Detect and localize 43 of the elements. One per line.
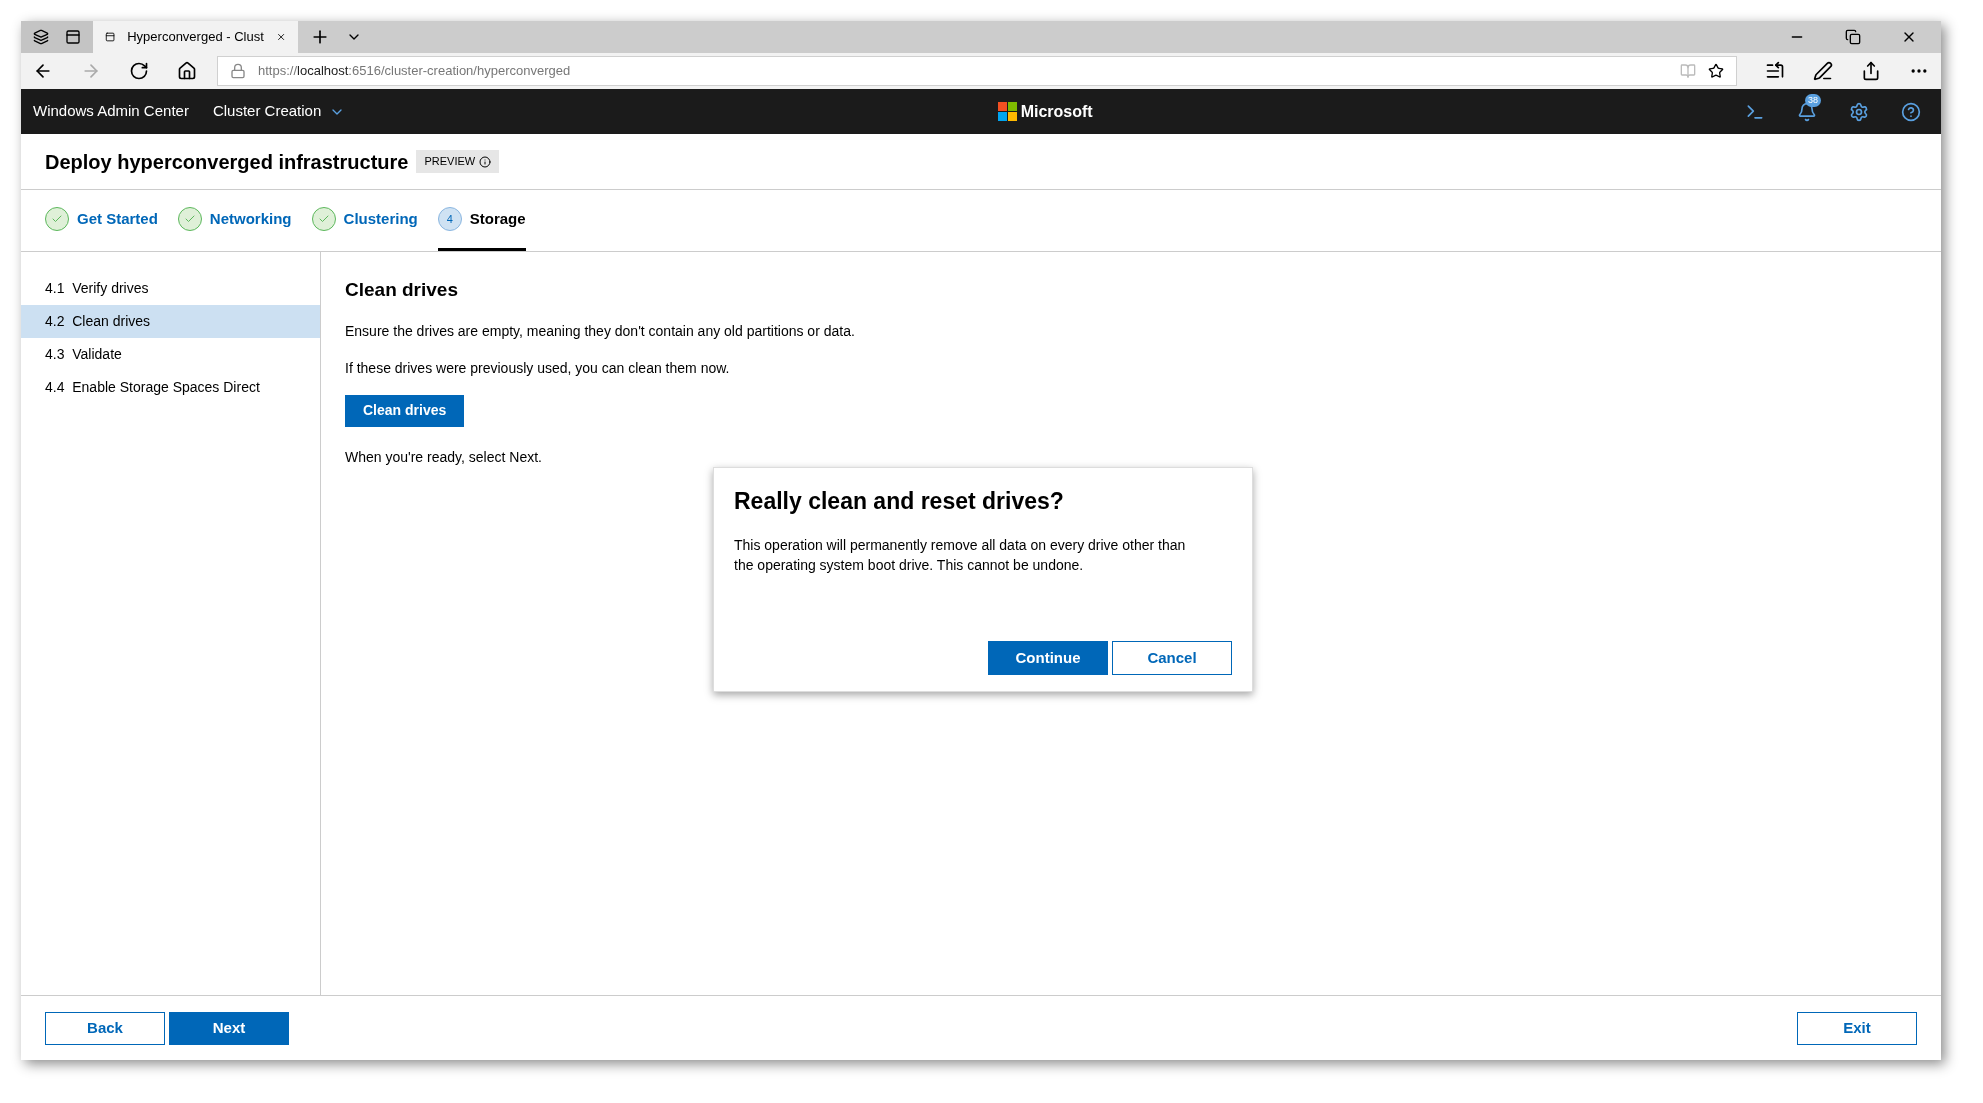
step-tab[interactable]: Networking (177, 190, 292, 251)
notification-bell-icon[interactable] (1797, 101, 1817, 122)
preview-badge[interactable]: PREVIEW (416, 150, 500, 173)
lock-icon (230, 63, 246, 79)
cluster-creation-menu[interactable]: Cluster Creation (212, 100, 346, 123)
home-icon[interactable] (177, 61, 197, 81)
sidebar-item[interactable]: 4.3 Validate (21, 338, 320, 371)
sidebar-item[interactable]: 4.1 Verify drives (21, 272, 320, 305)
dialog-message: This operation will permanently remove all data on every drive other than the operating system boot drive. This cannot be undone. (734, 535, 1187, 575)
app-name[interactable]: Windows Admin Center (33, 100, 189, 123)
dialog-title: Really clean and reset drives? (734, 487, 1065, 516)
step-tab[interactable]: Clustering (311, 190, 418, 251)
dialog-button[interactable]: Continue (988, 641, 1108, 675)
clean-drives-button[interactable]: Clean drives (345, 394, 465, 427)
step-tab[interactable]: Get Started (45, 190, 158, 251)
step-tab[interactable]: 4 Storage (437, 190, 526, 251)
description-text: Ensure the drives are empty, meaning they don't contain any old partitions or data. (345, 321, 856, 341)
tab-title: Hyperconverged - Clust (127, 28, 264, 47)
step-number: 4 (437, 207, 462, 231)
exit-button[interactable]: Exit (1797, 1011, 1917, 1045)
footer-button[interactable]: Next (169, 1011, 289, 1045)
restore-icon[interactable] (1845, 29, 1861, 45)
favorite-star-icon[interactable] (1708, 63, 1724, 79)
address-field[interactable]: https://localhost:6516/cluster-creation/hyperconverged (217, 56, 1737, 86)
help-icon[interactable] (1901, 101, 1921, 122)
sidebar-item[interactable]: 4.2 Clean drives (21, 305, 320, 338)
refresh-icon[interactable] (129, 61, 149, 81)
notification-count: 38 (1805, 93, 1821, 107)
instruction-text: When you're ready, select Next. (345, 447, 543, 467)
settings-icon[interactable] (1849, 101, 1869, 122)
browser-tab[interactable]: Hyperconverged - Clust (93, 21, 298, 53)
dialog-button[interactable]: Cancel (1112, 641, 1232, 675)
section-title: Clean drives (345, 278, 459, 302)
footer-button[interactable]: Back (45, 1011, 165, 1045)
url-text: https://localhost:6516/cluster-creation/hyperconverged (258, 62, 572, 81)
brand-name: Microsoft (1020, 101, 1093, 122)
favorites-list-icon[interactable] (1765, 61, 1785, 81)
description-text: If these drives were previously used, you can clean them now. (345, 358, 731, 378)
page-title: Deploy hyperconverged infrastructure (45, 149, 409, 175)
microsoft-logo-icon (997, 102, 1017, 121)
pen-icon[interactable] (1813, 61, 1833, 81)
share-icon[interactable] (1861, 61, 1881, 81)
sidebar-item[interactable]: 4.4 Enable Storage Spaces Direct (21, 371, 320, 404)
